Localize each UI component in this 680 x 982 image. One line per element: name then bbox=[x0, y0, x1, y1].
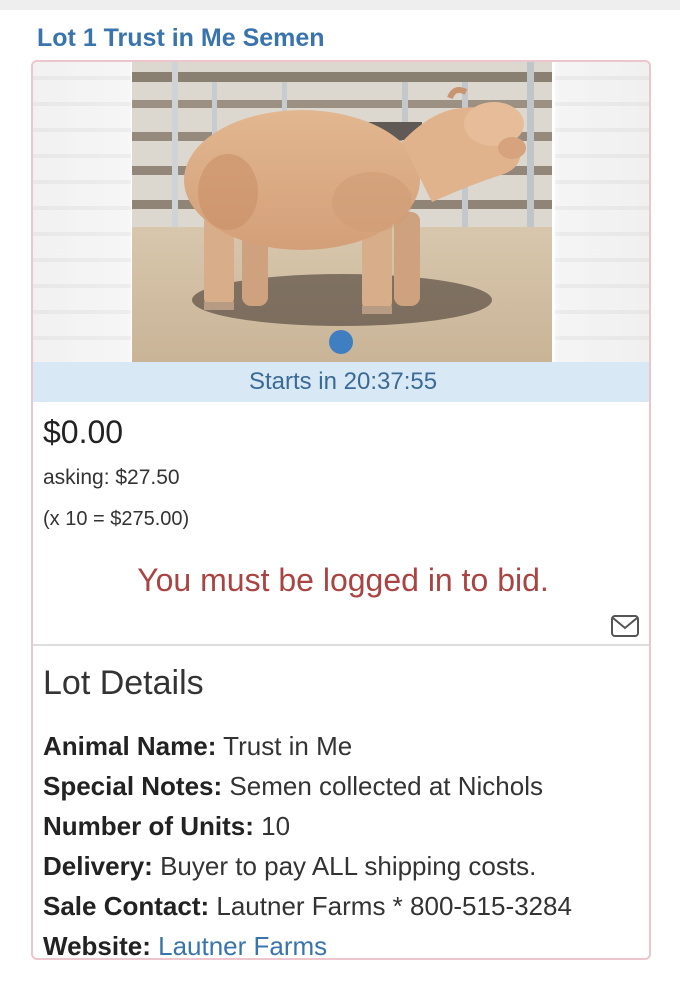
detail-label: Sale Contact: bbox=[43, 891, 210, 921]
detail-sale-contact: Sale Contact: Lautner Farms * 800-515-32… bbox=[43, 886, 643, 926]
detail-value: Lautner Farms * 800-515-3284 bbox=[216, 891, 572, 921]
unit-total: (x 10 = $275.00) bbox=[43, 508, 190, 530]
detail-label: Animal Name: bbox=[43, 731, 217, 761]
asking-price: asking: $27.50 bbox=[43, 466, 180, 489]
lot-title-link[interactable]: Lot 1 Trust in Me Semen bbox=[37, 24, 325, 53]
next-photo-preview[interactable] bbox=[555, 62, 649, 362]
login-required-message: You must be logged in to bid. bbox=[137, 562, 549, 598]
lot-photo bbox=[132, 62, 552, 362]
steer-photo bbox=[132, 62, 552, 362]
detail-number-of-units: Number of Units: 10 bbox=[43, 806, 643, 846]
detail-value: Buyer to pay ALL shipping costs. bbox=[160, 851, 537, 881]
envelope-icon[interactable] bbox=[611, 615, 639, 637]
lot-card: Starts in 20:37:55 $0.00 asking: $27.50 … bbox=[31, 60, 651, 960]
detail-label: Number of Units: bbox=[43, 811, 254, 841]
detail-label: Delivery: bbox=[43, 851, 153, 881]
lot-details-list: Animal Name: Trust in Me Special Notes: … bbox=[43, 726, 643, 960]
detail-website: Website: Lautner Farms bbox=[43, 926, 643, 960]
detail-delivery: Delivery: Buyer to pay ALL shipping cost… bbox=[43, 846, 643, 886]
prev-photo-preview[interactable] bbox=[33, 62, 131, 362]
detail-value: Semen collected at Nichols bbox=[229, 771, 544, 801]
detail-label: Special Notes: bbox=[43, 771, 223, 801]
photo-carousel[interactable] bbox=[33, 62, 649, 362]
section-divider bbox=[33, 644, 649, 646]
top-strip bbox=[0, 0, 680, 10]
detail-value: Trust in Me bbox=[223, 731, 353, 761]
detail-animal-name: Animal Name: Trust in Me bbox=[43, 726, 643, 766]
bid-section: $0.00 asking: $27.50 (x 10 = $275.00) Yo… bbox=[33, 402, 649, 646]
current-bid-amount: $0.00 bbox=[43, 414, 124, 450]
website-link[interactable]: Lautner Farms bbox=[158, 931, 327, 958]
auction-start-timer: Starts in 20:37:55 bbox=[33, 362, 649, 402]
detail-label: Website: bbox=[43, 931, 151, 960]
carousel-indicator-dot[interactable] bbox=[329, 330, 353, 354]
lot-details-heading: Lot Details bbox=[43, 664, 204, 702]
detail-special-notes: Special Notes: Semen collected at Nichol… bbox=[43, 766, 643, 806]
detail-value: 10 bbox=[261, 811, 291, 841]
